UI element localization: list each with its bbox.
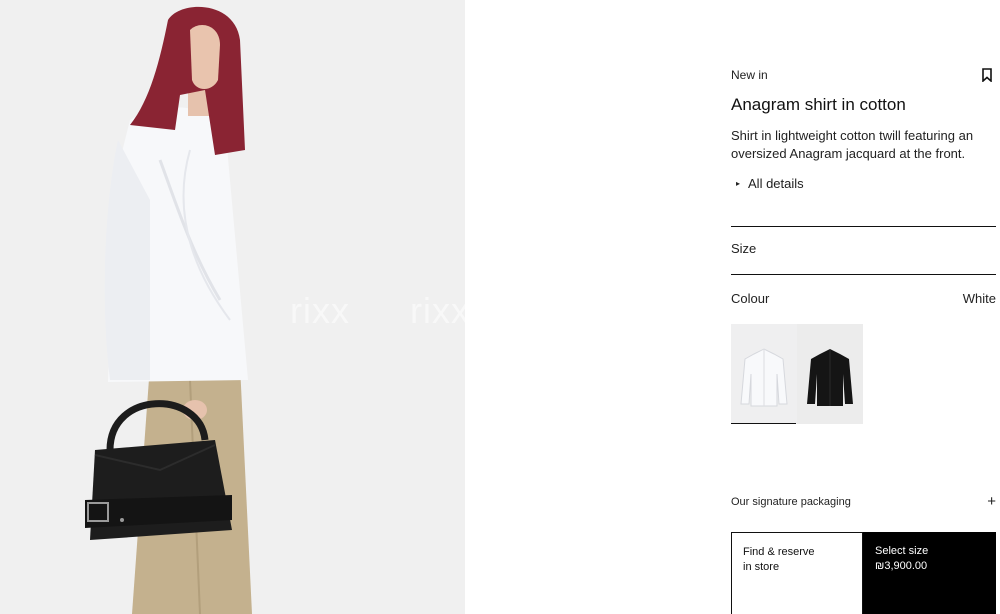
all-details-toggle[interactable]: ▸ All details: [736, 176, 804, 191]
product-info-panel: New in Anagram shirt in cotton Shirt in …: [731, 0, 996, 614]
product-title: Anagram shirt in cotton: [731, 95, 906, 114]
black-shirt-thumbnail: [797, 324, 863, 424]
signature-packaging-accordion[interactable]: Our signature packaging +: [731, 493, 996, 510]
colour-swatch-black[interactable]: [797, 324, 863, 424]
product-price: ₪3,900.00: [875, 560, 928, 572]
find-reserve-in-store-button[interactable]: Find & reserve in store: [731, 532, 863, 614]
divider: [731, 226, 996, 227]
selected-colour-value: White: [962, 291, 996, 306]
caret-right-icon: ▸: [736, 179, 741, 188]
find-reserve-line2: in store: [743, 561, 780, 573]
watermark-text: rixx: [290, 290, 350, 331]
all-details-label: All details: [748, 176, 804, 191]
selected-swatch-indicator: [731, 423, 796, 424]
watermark-text: rixx: [410, 290, 465, 331]
bookmark-icon[interactable]: [981, 68, 993, 82]
size-selector[interactable]: Size: [731, 241, 756, 256]
colour-label: Colour: [731, 291, 770, 306]
find-reserve-line1: Find & reserve: [743, 546, 815, 558]
product-hero-image: rixx rixx: [0, 0, 465, 614]
white-shirt-thumbnail: [731, 324, 797, 424]
model-illustration: [85, 6, 252, 614]
plus-icon: +: [987, 493, 996, 510]
packaging-label: Our signature packaging: [731, 495, 851, 508]
select-size-button[interactable]: Select size ₪3,900.00: [863, 532, 996, 614]
colour-swatch-white[interactable]: [731, 324, 797, 424]
divider: [731, 274, 996, 275]
select-size-label: Select size: [875, 545, 929, 557]
new-in-badge: New in: [731, 68, 768, 82]
product-description: Shirt in lightweight cotton twill featur…: [731, 128, 974, 161]
